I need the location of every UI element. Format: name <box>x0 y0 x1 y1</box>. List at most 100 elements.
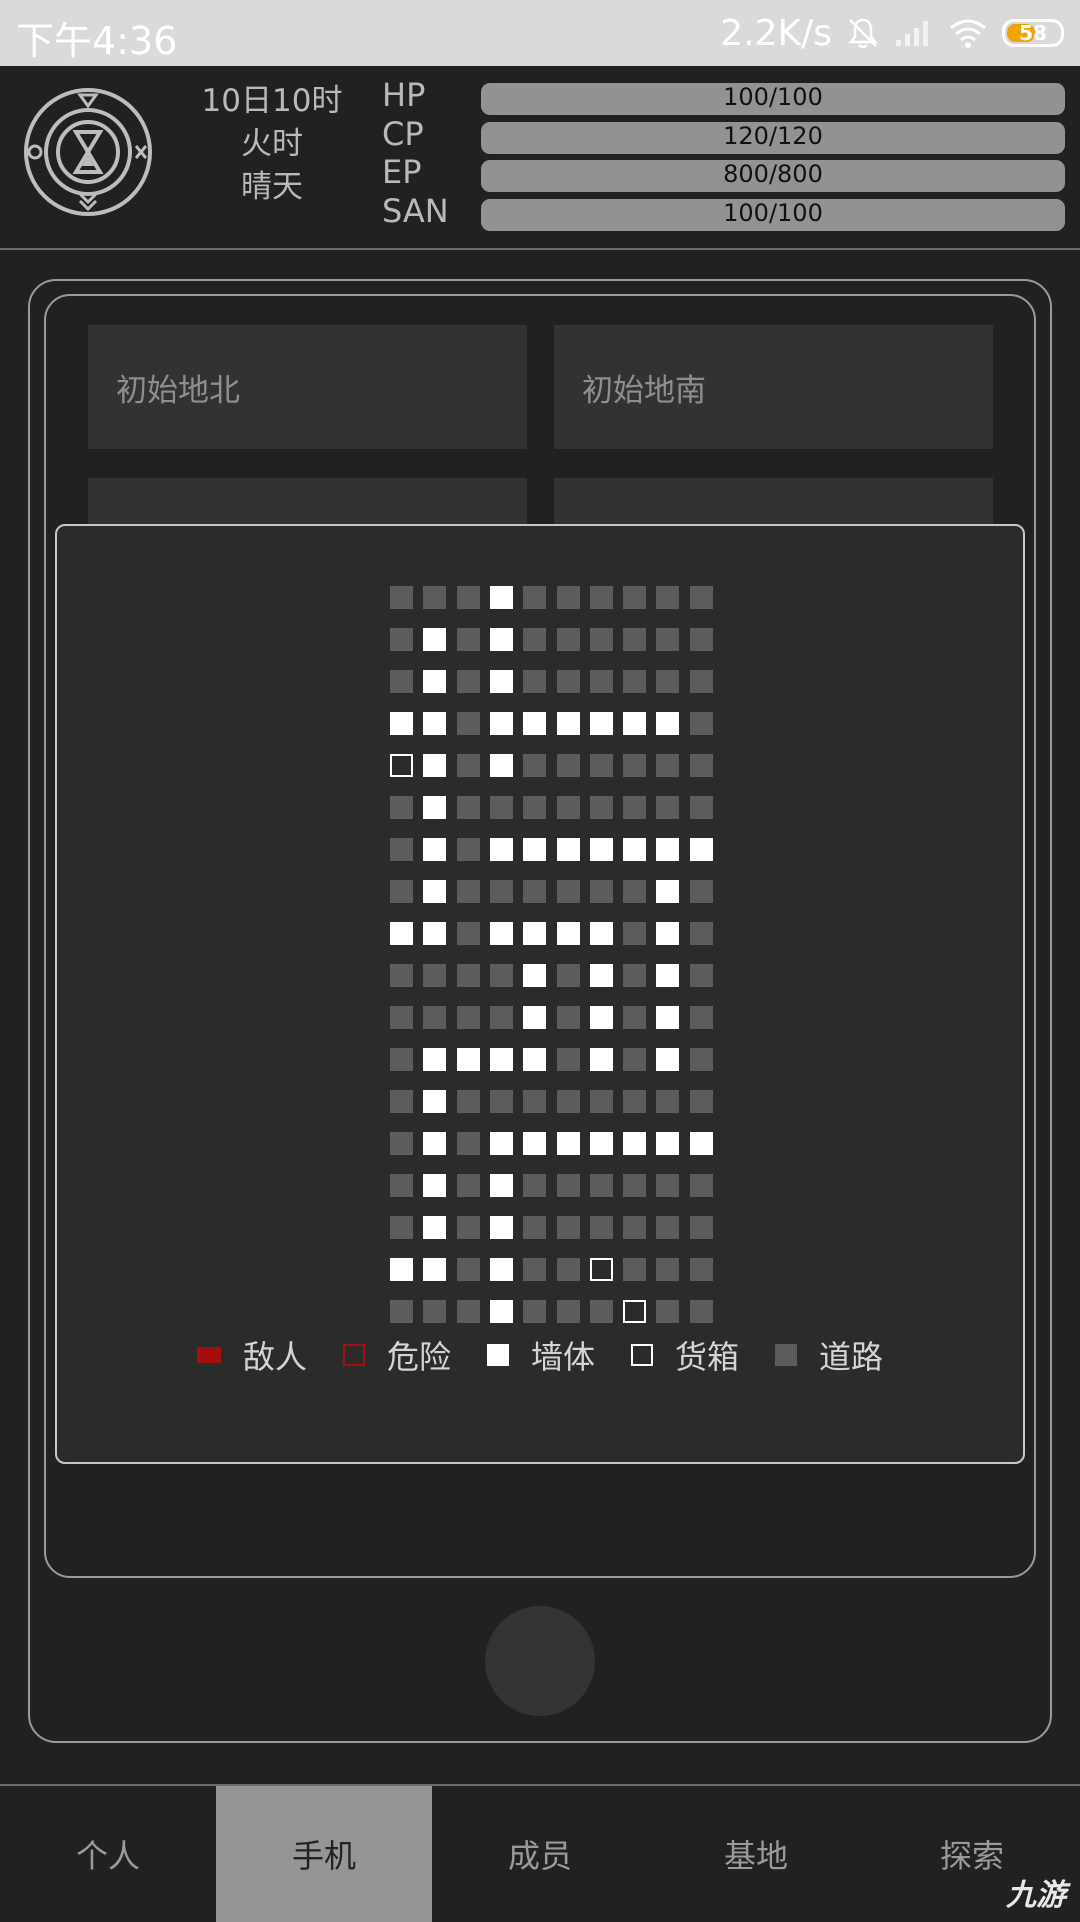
map-cell-wall <box>523 922 546 945</box>
map-cell-wall <box>490 1174 513 1197</box>
crate-swatch <box>631 1344 653 1366</box>
wall-swatch <box>487 1344 509 1366</box>
map-cell-road <box>457 1174 480 1197</box>
map-cell-road <box>423 964 446 987</box>
location-button-south[interactable]: 初始地南 <box>554 325 993 449</box>
tab-personal[interactable]: 个人 <box>0 1786 216 1922</box>
map-cell-road <box>656 1090 679 1113</box>
tab-phone[interactable]: 手机 <box>216 1786 432 1922</box>
map-cell-wall <box>623 838 646 861</box>
map-cell-road <box>623 1090 646 1113</box>
map-cell-road <box>490 796 513 819</box>
map-cell-road <box>557 670 580 693</box>
map-cell-road <box>557 1006 580 1029</box>
map-cell-road <box>457 1216 480 1239</box>
map-cell-road <box>557 796 580 819</box>
map-cell-road <box>623 964 646 987</box>
map-cell-road <box>523 1090 546 1113</box>
tab-base[interactable]: 基地 <box>648 1786 864 1922</box>
legend-item-wall: 墙体 <box>487 1332 595 1378</box>
map-cell-road <box>557 1258 580 1281</box>
map-cell-wall <box>656 1006 679 1029</box>
map-cell-road <box>457 754 480 777</box>
map-cell-wall <box>656 922 679 945</box>
map-cell-wall <box>590 922 613 945</box>
map-cell-wall <box>490 1300 513 1323</box>
tab-members[interactable]: 成员 <box>432 1786 648 1922</box>
status-bar: 下午4:36 2.2K/s <box>0 0 1080 66</box>
map-cell-wall <box>423 1174 446 1197</box>
map-cell-wall <box>490 754 513 777</box>
map-cell-road <box>490 880 513 903</box>
map-cell-road <box>490 1090 513 1113</box>
map-cell-road <box>623 628 646 651</box>
map-cell-road <box>390 880 413 903</box>
map-cell-road <box>523 1300 546 1323</box>
map-cell-road <box>390 670 413 693</box>
map-cell-wall <box>423 754 446 777</box>
phone-home-button[interactable] <box>485 1606 595 1716</box>
map-cell-wall <box>656 1132 679 1155</box>
map-cell-wall <box>490 670 513 693</box>
map-cell-wall <box>590 838 613 861</box>
element-hour: 火时 <box>190 123 354 166</box>
map-cell-road <box>557 1300 580 1323</box>
map-cell-road <box>590 1174 613 1197</box>
weather: 晴天 <box>190 166 354 209</box>
map-cell-wall <box>523 1006 546 1029</box>
map-cell-road <box>557 628 580 651</box>
map-cell-road <box>690 922 713 945</box>
map-cell-road <box>623 1174 646 1197</box>
map-cell-road <box>490 964 513 987</box>
map-cell-road <box>690 880 713 903</box>
legend-item-danger: 危险 <box>343 1332 451 1378</box>
map-cell-wall <box>590 1132 613 1155</box>
map-cell-road <box>457 880 480 903</box>
map-cell-wall <box>423 712 446 735</box>
cp-bar: 120/120 <box>481 122 1065 154</box>
map-cell-road <box>490 1006 513 1029</box>
legend-item-crate: 货箱 <box>631 1332 739 1378</box>
stat-bars: 100/100 120/120 800/800 100/100 <box>481 83 1065 237</box>
stat-label-san: SAN <box>382 192 449 231</box>
map-cell-road <box>656 796 679 819</box>
map-cell-wall <box>557 712 580 735</box>
map-cell-road <box>557 964 580 987</box>
map-cell-wall <box>523 712 546 735</box>
map-cell-wall <box>390 712 413 735</box>
map-cell-road <box>590 586 613 609</box>
stat-labels: HP CP EP SAN <box>382 76 449 230</box>
map-cell-wall <box>390 922 413 945</box>
stat-label-ep: EP <box>382 153 449 192</box>
hourglass-compass-icon[interactable] <box>22 86 154 218</box>
map-cell-wall <box>590 712 613 735</box>
map-cell-road <box>690 1006 713 1029</box>
map-cell-road <box>457 712 480 735</box>
map-cell-wall <box>423 838 446 861</box>
map-cell-road <box>390 1174 413 1197</box>
map-cell-road <box>457 670 480 693</box>
map-cell-road <box>523 670 546 693</box>
location-button-north[interactable]: 初始地北 <box>88 325 527 449</box>
map-cell-crate <box>590 1258 613 1281</box>
map-cell-road <box>690 1174 713 1197</box>
map-cell-road <box>423 586 446 609</box>
map-cell-road <box>623 796 646 819</box>
map-cell-road <box>390 1132 413 1155</box>
map-cell-wall <box>656 712 679 735</box>
map-cell-wall <box>590 1006 613 1029</box>
map-cell-crate <box>623 1300 646 1323</box>
map-cell-road <box>623 1216 646 1239</box>
map-cell-wall <box>423 922 446 945</box>
map-cell-wall <box>656 964 679 987</box>
map-cell-road <box>690 754 713 777</box>
map-cell-road <box>590 754 613 777</box>
map-cell-road <box>390 586 413 609</box>
legend-label: 货箱 <box>675 1332 739 1378</box>
wifi-icon <box>948 17 988 49</box>
map-cell-road <box>690 586 713 609</box>
map-cell-road <box>623 1048 646 1071</box>
game-time: 10日10时 火时 晴天 <box>190 80 354 209</box>
map-cell-wall <box>390 1258 413 1281</box>
map-cell-wall <box>557 1132 580 1155</box>
